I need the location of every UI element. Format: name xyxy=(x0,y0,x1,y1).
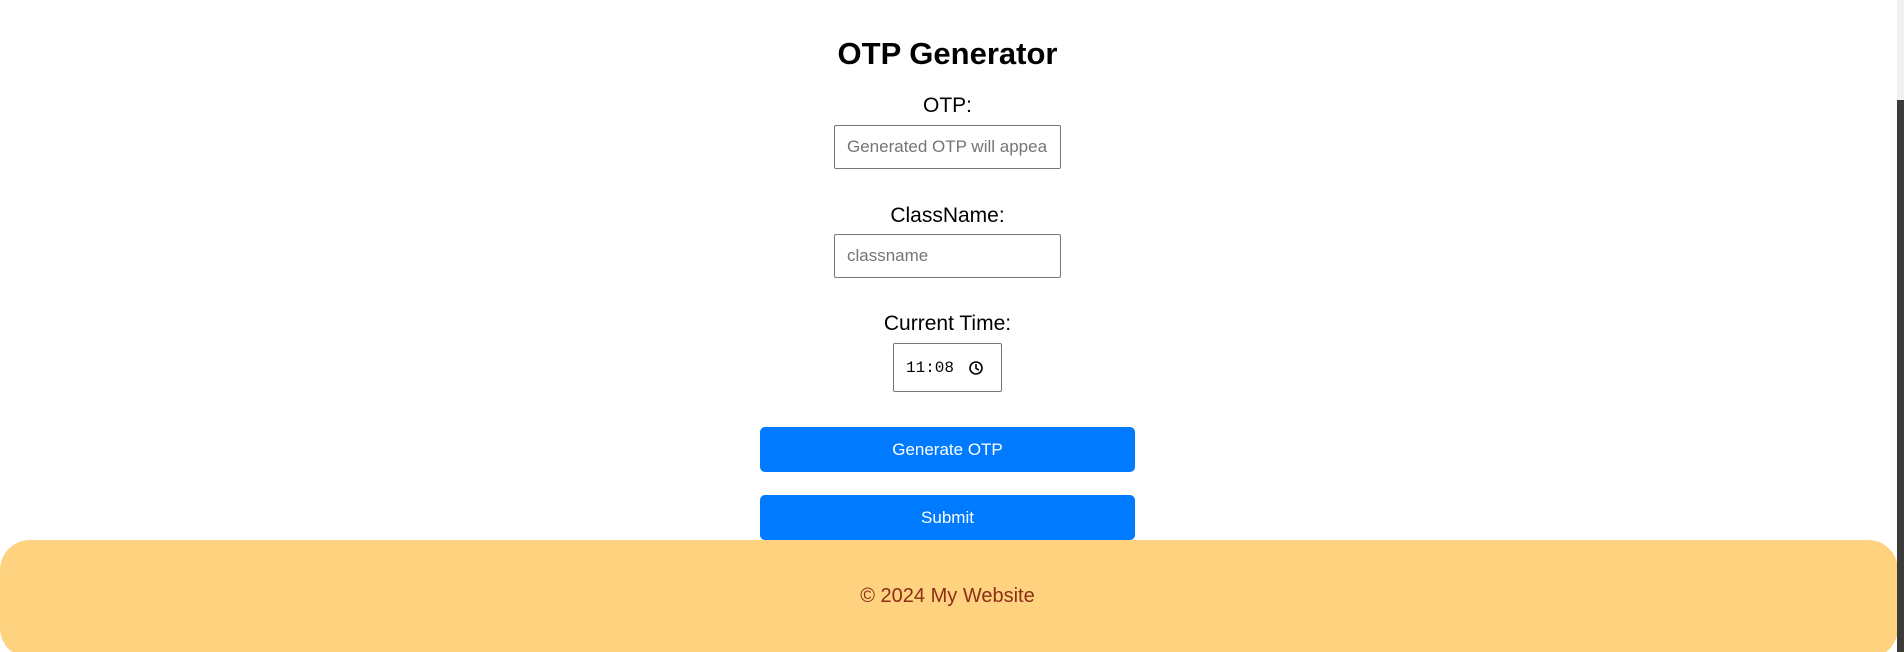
submit-button[interactable]: Submit xyxy=(760,495,1135,540)
otp-input[interactable] xyxy=(834,125,1061,169)
page-title: OTP Generator xyxy=(837,36,1058,71)
scrollbar[interactable] xyxy=(1897,0,1904,652)
current-time-value[interactable]: 11:08 xyxy=(906,359,954,377)
footer-copyright: © 2024 My Website xyxy=(860,585,1035,607)
main-content: OTP Generator OTP: ClassName: Current Ti… xyxy=(0,0,1898,652)
otp-label: OTP: xyxy=(922,94,972,117)
clock-icon[interactable] xyxy=(968,360,984,376)
scrollbar-thumb[interactable] xyxy=(1897,100,1904,652)
current-time-label: Current Time: xyxy=(883,312,1012,335)
classname-input[interactable] xyxy=(834,234,1061,278)
classname-label: ClassName: xyxy=(890,204,1005,227)
generate-otp-button[interactable]: Generate OTP xyxy=(760,427,1135,472)
page: OTP Generator OTP: ClassName: Current Ti… xyxy=(0,0,1904,652)
current-time-input[interactable]: 11:08 xyxy=(893,343,1002,392)
